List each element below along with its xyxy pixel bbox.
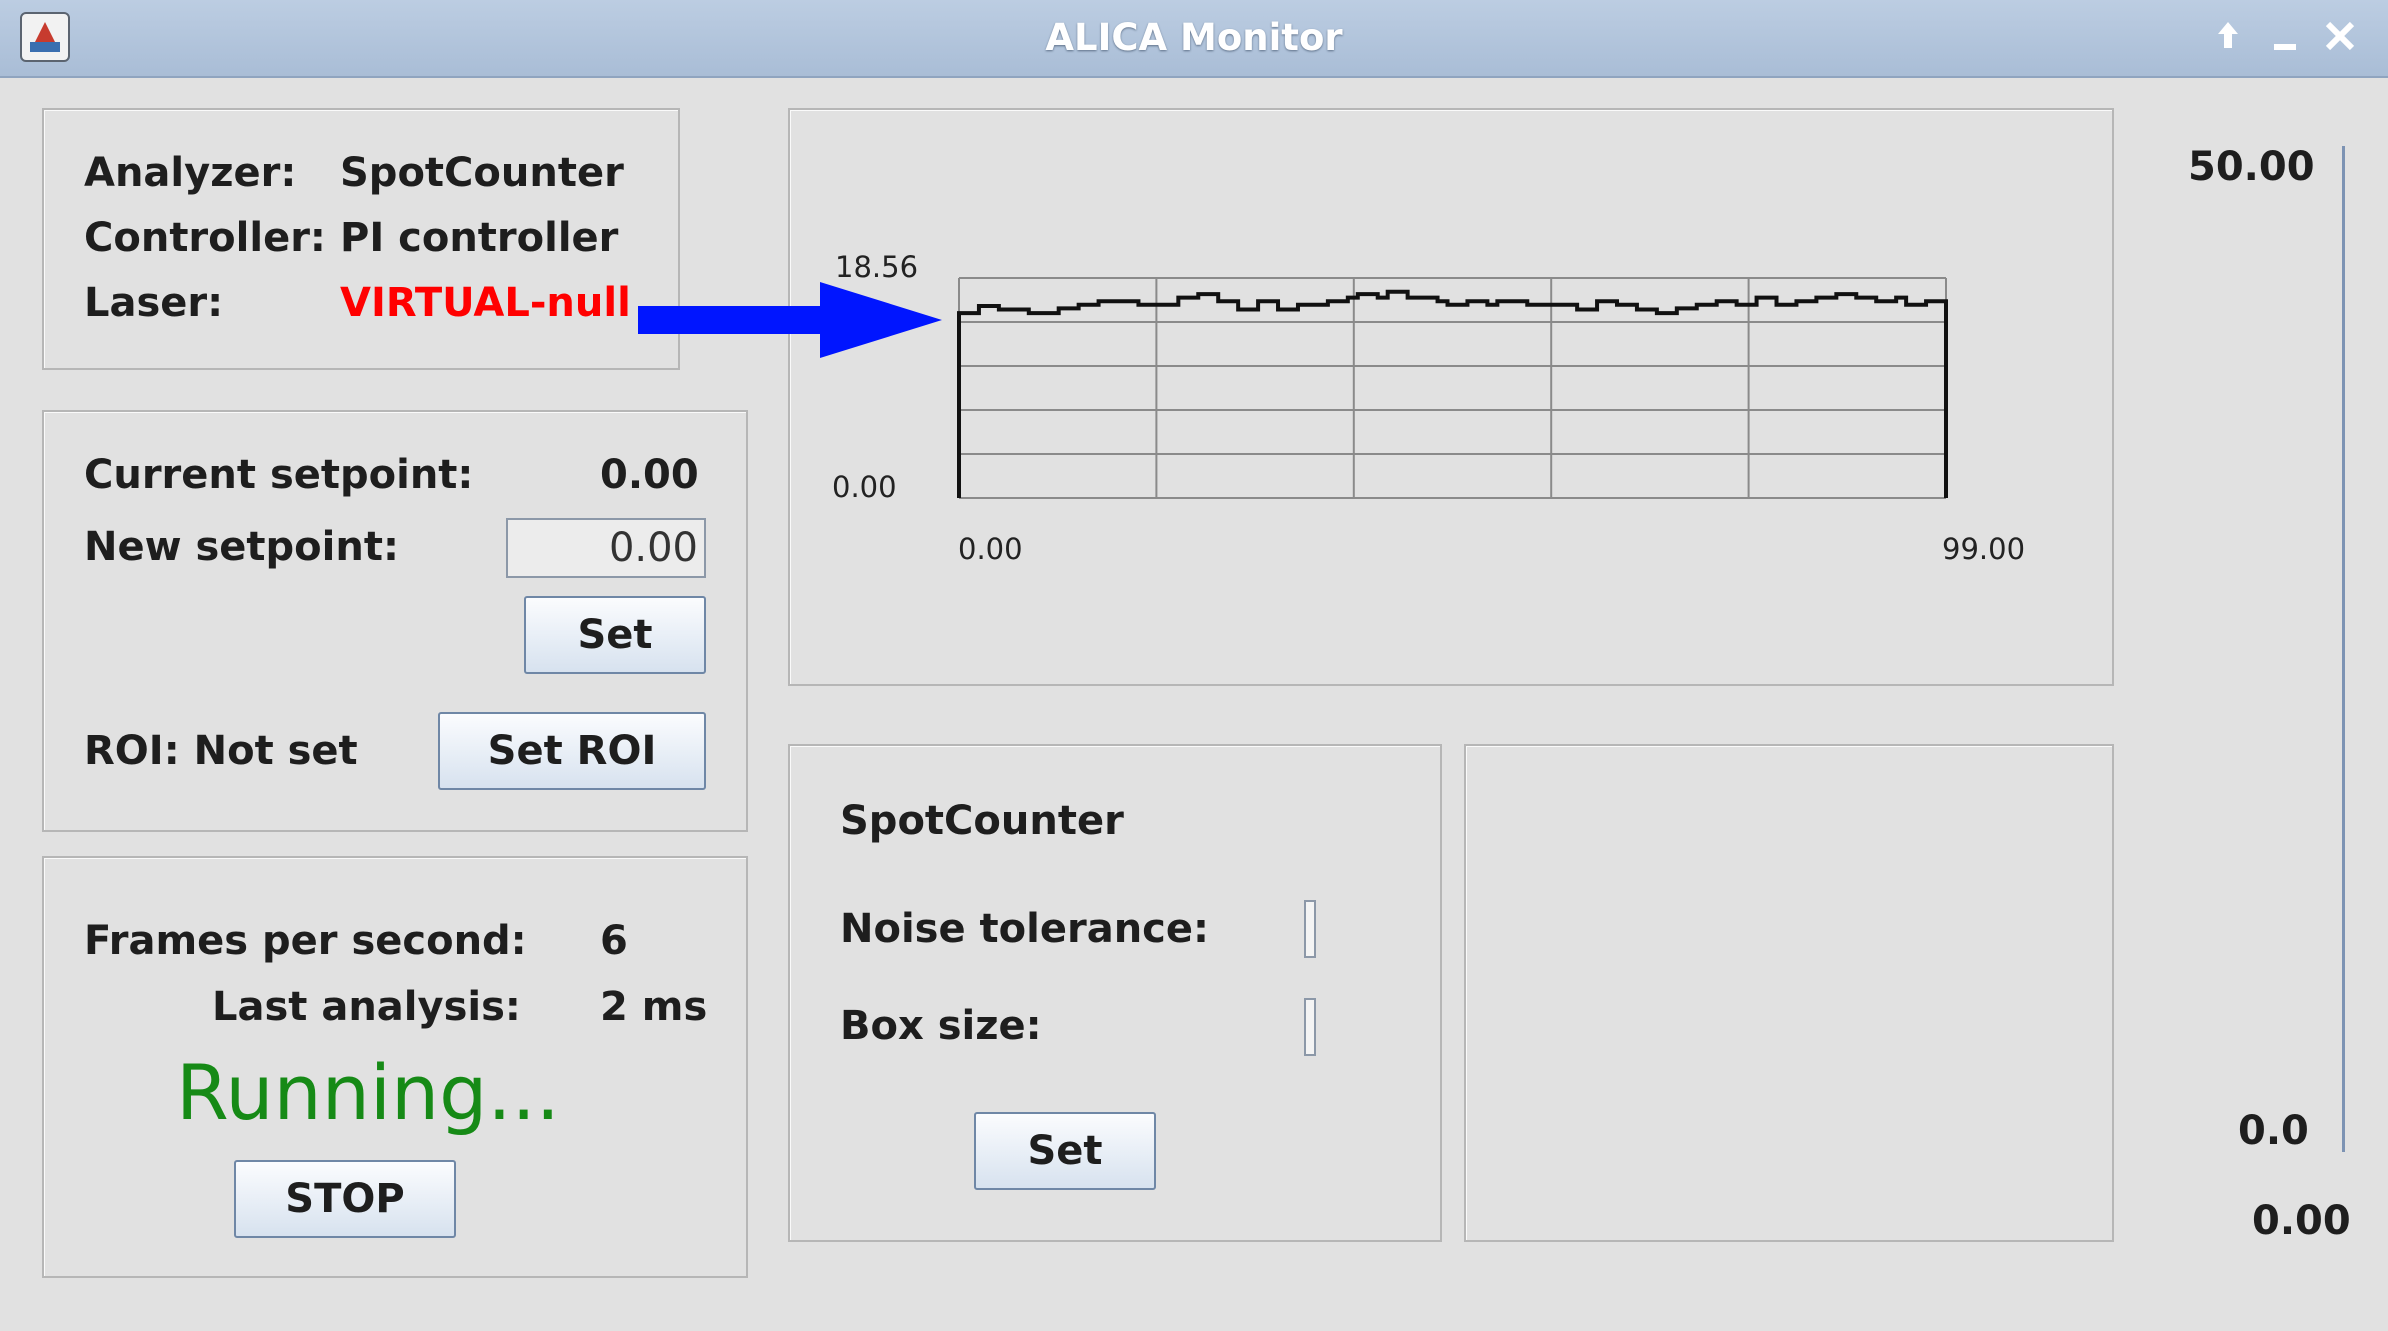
signal-chart [957,277,1948,499]
last-analysis-label: Last analysis: [212,984,521,1030]
noise-tolerance-label: Noise tolerance: [840,906,1210,952]
box-size-label: Box size: [840,1003,1042,1049]
stop-button[interactable]: STOP [234,1160,456,1238]
fps-value: 6 [600,918,628,964]
blue-arrow [638,282,942,358]
roi-status-label: ROI: Not set [84,728,358,774]
scale-bottom-label: 0.0 [2238,1108,2309,1154]
noise-tolerance-input[interactable] [1304,900,1316,958]
empty-panel [1464,744,2114,1242]
running-status: Running... [176,1048,560,1137]
alica-monitor-window: ALICA Monitor Analyzer: SpotCounter Cont… [0,0,2388,1331]
set-analyzer-button[interactable]: Set [974,1112,1156,1190]
vertical-slider[interactable] [2342,146,2345,1152]
set-roi-button[interactable]: Set ROI [438,712,706,790]
analyzer-settings-title: SpotCounter [840,798,1124,844]
last-analysis-value: 2 ms [600,984,708,1030]
fps-label: Frames per second: [84,918,527,964]
scale-value-label: 0.00 [2252,1198,2351,1244]
scale-top-label: 50.00 [2188,144,2315,190]
box-size-input[interactable] [1304,998,1316,1056]
